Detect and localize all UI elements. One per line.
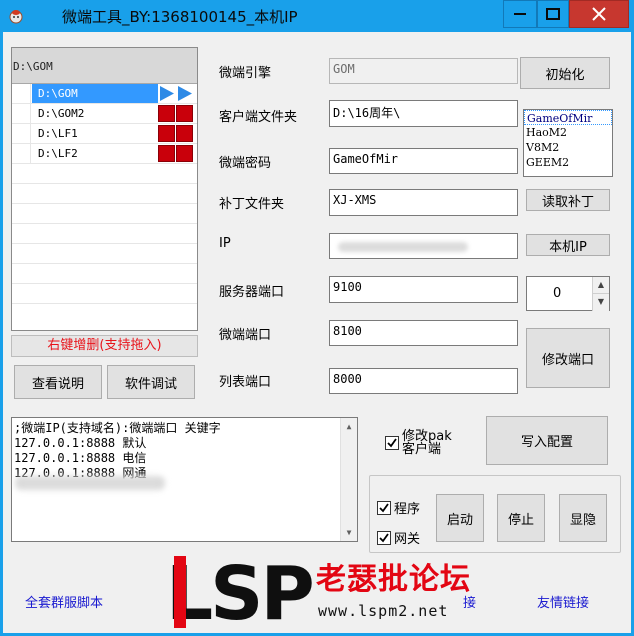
stopped-square-icon — [176, 145, 193, 162]
patch-dir-field[interactable]: XJ-XMS — [329, 189, 518, 216]
config-line: 127.0.0.1:8888 电信 — [14, 451, 147, 465]
debug-button[interactable]: 软件调试 — [107, 365, 195, 399]
directory-row[interactable]: D:\LF2 — [12, 144, 197, 164]
maximize-button[interactable] — [537, 0, 569, 28]
app-icon — [8, 8, 24, 24]
play-arrow-icon — [176, 85, 193, 102]
directory-path: D:\LF2 — [38, 147, 78, 160]
redacted-ip — [338, 242, 468, 252]
config-line: 127.0.0.1:8888 默认 — [14, 436, 147, 450]
empty-row — [12, 224, 197, 244]
empty-row — [12, 264, 197, 284]
micro-port-label: 微端端口 — [219, 328, 272, 343]
minimize-button[interactable] — [503, 0, 537, 28]
watermark-accent — [174, 556, 186, 628]
server-type-item[interactable]: HaoM2 — [524, 125, 612, 140]
play-arrow-icon — [158, 85, 175, 102]
directory-path: D:\GOM — [32, 84, 158, 103]
engine-label: 微端引擎 — [219, 66, 272, 81]
empty-row — [12, 204, 197, 224]
script-link[interactable]: 全套群服脚本 — [25, 592, 103, 611]
stopped-square-icon — [176, 125, 193, 142]
gateway-checkbox[interactable]: 网关 — [377, 528, 420, 547]
config-line: ;微端IP(支持域名):微端端口 关键字 — [14, 421, 221, 435]
program-label: 程序 — [394, 502, 421, 517]
ip-label: IP — [219, 236, 231, 251]
engine-field[interactable]: GOM — [329, 58, 518, 84]
client-dir-field[interactable]: D:\16周年\ — [329, 100, 518, 127]
friend-links[interactable]: 友情链接 — [537, 592, 589, 611]
directory-row[interactable]: D:\GOM — [12, 84, 197, 104]
program-checkbox[interactable]: 程序 — [377, 498, 420, 517]
window-title: 微端工具_BY:1368100145_本机IP — [62, 8, 298, 26]
start-button[interactable]: 启动 — [436, 494, 484, 542]
local-ip-button[interactable]: 本机IP — [526, 234, 610, 256]
modify-pak-label-client: 客户端 — [402, 442, 442, 457]
show-hide-button[interactable]: 显隐 — [559, 494, 607, 542]
list-port-field[interactable]: 8000 — [329, 368, 518, 394]
directory-row[interactable]: D:\GOM2 — [12, 104, 197, 124]
directory-list-header: D:\GOM — [12, 48, 197, 84]
stopped-square-icon — [158, 125, 175, 142]
stopped-square-icon — [176, 105, 193, 122]
title-bar[interactable]: 微端工具_BY:1368100145_本机IP — [0, 0, 634, 32]
patch-dir-label: 补丁文件夹 — [219, 197, 285, 212]
directory-path: D:\GOM2 — [38, 107, 85, 120]
close-button[interactable] — [569, 0, 629, 28]
directory-list-hint: 右键增删(支持拖入) — [11, 335, 198, 357]
server-port-field[interactable]: 9100 — [329, 276, 518, 303]
client-dir-label: 客户端文件夹 — [219, 110, 298, 125]
spin-down-icon[interactable]: ▼ — [592, 294, 609, 311]
empty-row — [12, 244, 197, 264]
watermark: LSP 老瑟批论坛 www.lspm2.net — [166, 552, 474, 636]
watermark-name: 老瑟批论坛 — [316, 562, 471, 597]
stop-button[interactable]: 停止 — [497, 494, 545, 542]
spin-up-icon[interactable]: ▲ — [592, 277, 609, 294]
checkbox-box — [377, 530, 391, 545]
help-button[interactable]: 查看说明 — [14, 365, 102, 399]
watermark-url: www.lspm2.net — [318, 602, 449, 620]
spinner-value: 0 — [553, 286, 562, 301]
password-label: 微端密码 — [219, 156, 272, 171]
modify-pak-checkbox[interactable]: 修改pak 客户端 — [385, 430, 452, 456]
server-type-list[interactable]: GameOfMir HaoM2 V8M2 GEEM2 — [523, 109, 613, 177]
checkbox-box — [377, 500, 391, 515]
micro-port-field[interactable]: 8100 — [329, 320, 518, 346]
server-type-item[interactable]: V8M2 — [524, 140, 612, 155]
ip-field[interactable] — [329, 233, 518, 259]
password-field[interactable]: GameOfMir — [329, 148, 518, 174]
stopped-square-icon — [158, 105, 175, 122]
redacted-text — [15, 476, 165, 490]
init-button[interactable]: 初始化 — [520, 57, 610, 89]
list-port-label: 列表端口 — [219, 375, 272, 390]
directory-path: D:\LF1 — [38, 127, 78, 140]
read-patch-button[interactable]: 读取补丁 — [526, 189, 610, 211]
modify-port-button[interactable]: 修改端口 — [526, 328, 610, 388]
scroll-up-icon[interactable]: ▲ — [341, 418, 357, 435]
checkbox-box — [385, 436, 399, 450]
client-area: D:\GOM D:\GOM D:\GOM2 D:\LF1 D:\LF2 右键增删… — [3, 32, 631, 633]
stopped-square-icon — [158, 145, 175, 162]
scroll-down-icon[interactable]: ▼ — [341, 524, 357, 541]
vertical-scrollbar[interactable]: ▲ ▼ — [340, 418, 357, 541]
empty-row — [12, 184, 197, 204]
watermark-logo: LSP — [166, 551, 315, 636]
directory-list[interactable]: D:\GOM D:\GOM D:\GOM2 D:\LF1 D:\LF2 — [11, 47, 198, 331]
server-type-item[interactable]: GEEM2 — [524, 155, 612, 170]
port-offset-spinner[interactable]: 0 ▲ ▼ — [526, 276, 610, 311]
write-config-button[interactable]: 写入配置 — [486, 416, 608, 465]
directory-row[interactable]: D:\LF1 — [12, 124, 197, 144]
server-port-label: 服务器端口 — [219, 285, 285, 300]
server-type-item[interactable]: GameOfMir — [524, 110, 612, 125]
empty-row — [12, 164, 197, 184]
gateway-label: 网关 — [394, 532, 421, 547]
app-window: 微端工具_BY:1368100145_本机IP D:\GOM D:\GOM D:… — [0, 0, 634, 636]
empty-row — [12, 284, 197, 304]
